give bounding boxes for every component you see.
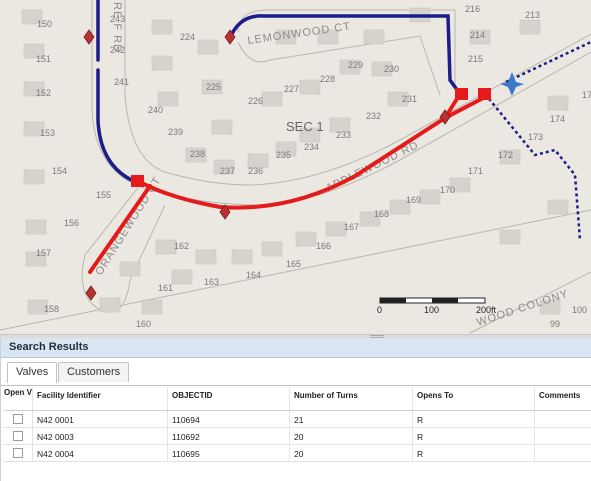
column-header[interactable]: OBJECTID [167,387,289,410]
parcel-number: 99 [550,319,560,329]
results-tabs: Valves Customers [1,362,591,386]
parcel-number: 150 [37,19,52,29]
parcel-number: 232 [366,111,381,121]
parcel-number: 213 [525,10,540,20]
facility-id-cell: N42 0004 [32,445,167,461]
scale-label: 100 [424,305,439,315]
parcel-number: 100 [572,305,587,315]
parcel-number: 215 [468,54,483,64]
parcel-number: 225 [206,82,221,92]
street-names: LEMONWOOD CT APPLEWOOD RD ORANGEWOOD CT … [93,2,570,329]
parcel-number: 174 [550,114,565,124]
parcel-number: 153 [40,128,55,138]
comments-cell[interactable] [534,445,591,461]
parcel-number: 165 [286,259,301,269]
parcel-number: 170 [440,185,455,195]
table-header-row: Open Valve Facility Identifier OBJECTID … [4,387,591,411]
parcel-number: 231 [402,94,417,104]
parcel-number: 158 [44,304,59,314]
parcel-number: 152 [36,88,51,98]
parcel-number: 17 [582,90,591,100]
map-canvas: 150 243 224 216 213 151 242 214 215 152 … [0,0,591,334]
facility-id-cell: N42 0003 [32,428,167,444]
parcel-number: 230 [384,64,399,74]
objectid-cell: 110694 [167,411,289,427]
parcel-number: 154 [52,166,67,176]
selected-valve-icon[interactable] [478,88,491,100]
opens-to-cell: R [412,428,534,444]
parcel-number: 235 [276,150,291,160]
parcel-number: 171 [468,166,483,176]
parcel-number: 156 [64,218,79,228]
open-valve-checkbox[interactable] [13,448,23,458]
parcel-number: 160 [136,319,151,329]
comments-cell[interactable] [534,428,591,444]
column-header[interactable]: Number of Turns [289,387,412,410]
valves-table: Open Valve Facility Identifier OBJECTID … [4,387,591,462]
objectid-cell: 110695 [167,445,289,461]
parcel-number: 241 [114,77,129,87]
open-valve-checkbox[interactable] [13,414,23,424]
parcel-number: 229 [348,60,363,70]
selected-valve-icon[interactable] [131,175,144,187]
parcel-number: 172 [498,150,513,160]
table-row[interactable]: N42 0001 110694 21 R [4,411,591,428]
parcel-number: 227 [284,84,299,94]
opens-to-cell: R [412,445,534,461]
parcel-number: 236 [248,166,263,176]
column-header[interactable]: Facility Identifier [32,387,167,410]
parcel-number: 173 [528,132,543,142]
road-outlines [0,0,591,334]
parcel-number: 238 [190,149,205,159]
scale-label: 0 [377,305,382,315]
parcel-number: 216 [465,4,480,14]
map-view[interactable]: 150 243 224 216 213 151 242 214 215 152 … [0,0,591,334]
parcel-number: 233 [336,130,351,140]
parcel-number: 228 [320,74,335,84]
parcel-number: 167 [344,222,359,232]
panel-title: Search Results [1,338,591,358]
parcel-number: 162 [174,241,189,251]
parcel-number: 164 [246,270,261,280]
search-results-panel: Search Results Valves Customers Open Val… [0,338,591,481]
parcel-number: 166 [316,241,331,251]
section-label: SEC 1 [286,119,324,134]
table-row[interactable]: N42 0003 110692 20 R [4,428,591,445]
table-row[interactable]: N42 0004 110695 20 R [4,445,591,462]
street-label-top-left: RE F RD [111,2,123,53]
scale-bar: 0 100 200ft [377,297,497,315]
comments-cell[interactable] [534,411,591,427]
parcel-number: 239 [168,127,183,137]
parcel-number: 161 [158,283,173,293]
column-header[interactable]: Opens To [412,387,534,410]
parcel-number: 151 [36,54,51,64]
parcel-number: 169 [406,195,421,205]
turns-cell: 20 [289,428,412,444]
tab-valves[interactable]: Valves [7,362,58,383]
facility-id-cell: N42 0001 [32,411,167,427]
opens-to-cell: R [412,411,534,427]
column-header[interactable]: Comments [534,387,591,410]
parcel-number: 214 [470,30,485,40]
column-header[interactable]: Open Valve [4,387,32,410]
parcel-number: 237 [220,166,235,176]
tab-customers[interactable]: Customers [58,362,130,382]
open-valve-checkbox[interactable] [13,431,23,441]
parcel-number: 157 [36,248,51,258]
parcel-number: 168 [374,209,389,219]
parcel-number: 226 [248,96,263,106]
scale-label: 200ft [476,305,497,315]
turns-cell: 20 [289,445,412,461]
turns-cell: 21 [289,411,412,427]
parcel-number: 240 [148,105,163,115]
parcel-number: 155 [96,190,111,200]
objectid-cell: 110692 [167,428,289,444]
parcel-number: 224 [180,32,195,42]
selected-valve-icon[interactable] [455,88,468,100]
parcel-number: 163 [204,277,219,287]
parcel-number: 234 [304,142,319,152]
